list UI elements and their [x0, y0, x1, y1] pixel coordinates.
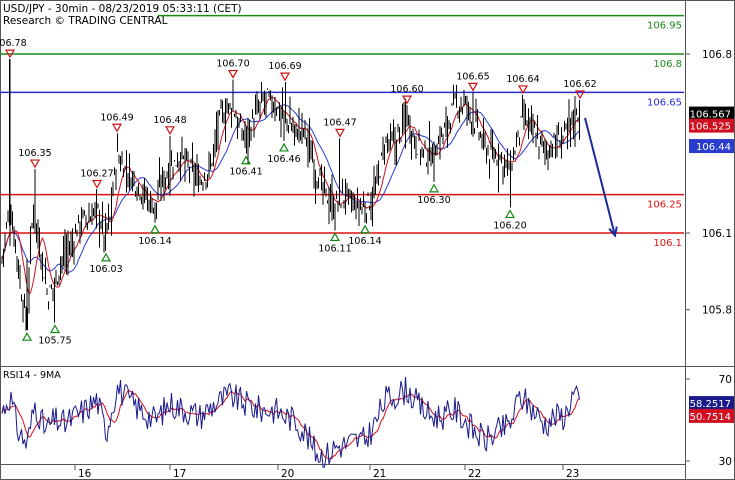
low-marker-4 — [240, 155, 252, 165]
usdjpy-chart: 106.95 106.8 106.65 106.25 106.1 106.78 106.3… — [0, 0, 735, 480]
low-label-2: 106.03 — [89, 264, 122, 275]
low-label-5: 106.46 — [267, 154, 300, 165]
high-label-6: 106.69 — [268, 61, 301, 72]
level-label-3: 106.25 — [647, 200, 682, 211]
current-price-label-1: 106.525 — [690, 122, 731, 133]
price-tick-label-1: 106.1 — [702, 228, 732, 240]
low-marker-7 — [359, 224, 371, 234]
low-marker-5 — [278, 142, 290, 152]
low-label-1: 105.75 — [38, 336, 71, 347]
low-marker-8 — [428, 183, 440, 193]
time-tick-label-1: 17 — [173, 468, 186, 480]
level-label-1: 106.8 — [653, 59, 682, 70]
time-tick-label-2: 20 — [281, 468, 294, 480]
time-axis-layer: 16 17 20 21 22 23 — [74, 464, 579, 480]
forecast-arrow-shaft — [584, 117, 616, 236]
rsi-layer: 70 30 58.2517 50.7514 — [1, 374, 734, 468]
low-marker-1 — [49, 324, 61, 334]
chart-copyright: Research © TRADING CENTRAL — [3, 15, 168, 27]
high-label-1: 106.35 — [18, 148, 51, 159]
high-marker-3 — [111, 123, 123, 133]
low-label-3: 106.14 — [138, 236, 171, 247]
rsi-line — [1, 376, 580, 468]
chart-stage: 106.95 106.8 106.65 106.25 106.1 106.78 106.3… — [0, 0, 735, 480]
low-label-7: 106.14 — [348, 236, 381, 247]
rsi-current-label-0: 58.2517 — [690, 399, 731, 410]
high-marker-2 — [91, 179, 103, 189]
extreme-markers-layer: 106.78 106.35 106.27 106.49 106.48 106.70 106.… — [0, 38, 597, 346]
low-label-6: 106.11 — [318, 243, 351, 254]
high-label-0: 106.78 — [0, 38, 27, 49]
price-tick-label-0: 105.8 — [702, 305, 732, 317]
low-label-4: 106.41 — [229, 167, 262, 178]
low-marker-6 — [329, 232, 341, 242]
high-label-10: 106.64 — [506, 74, 539, 85]
low-label-8: 106.30 — [417, 195, 450, 206]
time-tick-label-3: 21 — [373, 468, 386, 480]
current-price-label-2: 106.44 — [696, 142, 731, 153]
price-tick-label-2: 106.8 — [702, 49, 732, 61]
rsi-tick-label-0: 70 — [719, 374, 732, 386]
low-marker-0 — [21, 331, 33, 341]
high-marker-1 — [29, 159, 41, 169]
high-label-4: 106.48 — [153, 115, 186, 126]
low-marker-9 — [504, 209, 516, 219]
high-label-7: 106.47 — [323, 117, 356, 128]
high-label-5: 106.70 — [216, 59, 249, 70]
forecast-arrow-layer — [584, 117, 618, 238]
high-marker-9 — [467, 82, 479, 92]
rsi-current-label-1: 50.7514 — [690, 412, 731, 423]
time-tick-label-5: 23 — [566, 468, 579, 480]
low-label-9: 106.20 — [493, 220, 526, 231]
high-marker-7 — [334, 128, 346, 138]
time-tick-label-4: 22 — [468, 468, 481, 480]
price-axis-layer: 105.8106.1106.8106.567106.525106.44 — [686, 49, 734, 317]
chart-title: USD/JPY - 30min - 08/23/2019 05:33:11 (C… — [3, 3, 242, 15]
rsi-tick-label-1: 30 — [719, 456, 732, 468]
high-label-8: 106.60 — [390, 84, 423, 95]
time-tick-label-0: 16 — [78, 468, 92, 480]
level-label-4: 106.1 — [653, 238, 682, 249]
low-marker-3 — [149, 224, 161, 234]
high-marker-4 — [164, 126, 176, 136]
level-label-2: 106.65 — [647, 97, 682, 108]
low-marker-2 — [100, 252, 112, 262]
high-label-9: 106.65 — [456, 71, 489, 82]
rsi-title: RSI14 - 9MA — [3, 370, 61, 381]
high-label-2: 106.27 — [80, 169, 113, 180]
high-marker-5 — [227, 69, 239, 79]
high-label-11: 106.62 — [563, 79, 596, 90]
level-label-0: 106.95 — [647, 21, 682, 32]
high-label-3: 106.49 — [100, 112, 133, 123]
high-marker-6 — [279, 72, 291, 82]
